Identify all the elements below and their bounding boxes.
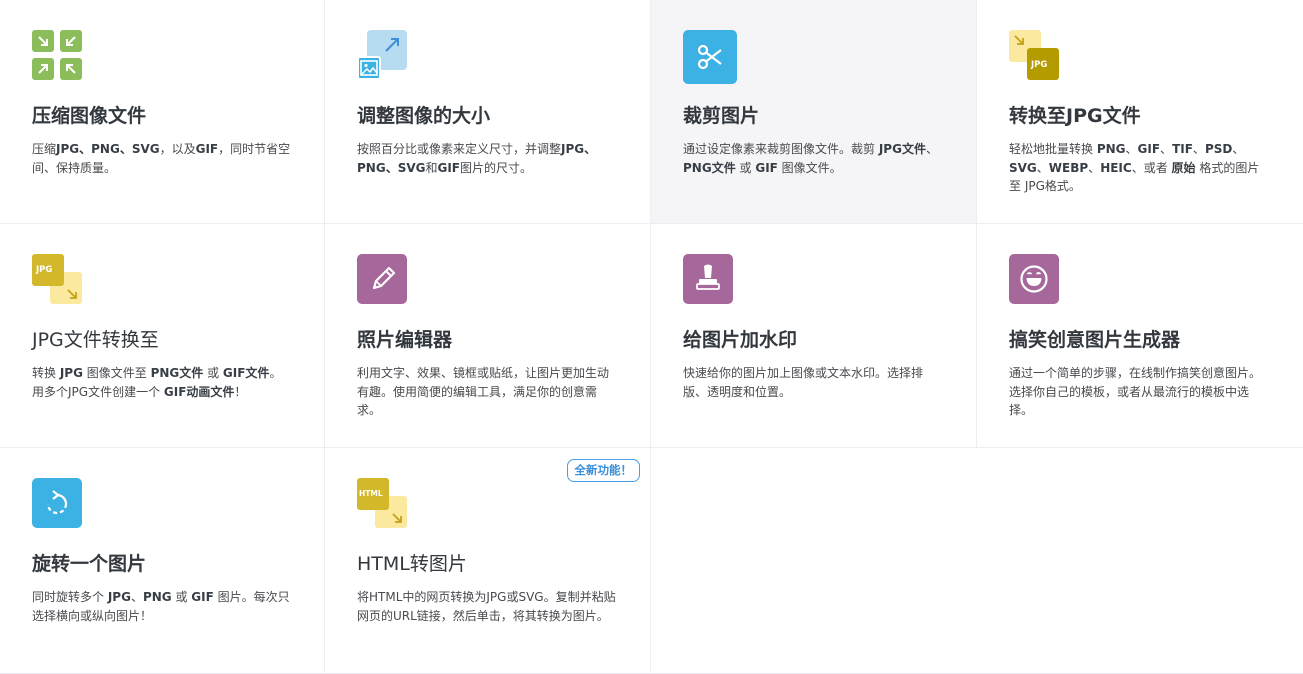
tool-card-meme-generator[interactable]: 搞笑创意图片生成器 通过一个简单的步骤，在线制作搞笑创意图片。选择你自己的模板，… [977,224,1303,448]
tool-card-html-to-image[interactable]: 全新功能！ HTML HTML转图片 将HTML中的网页转换为JPG或SVG。复… [325,448,651,672]
tool-title: 给图片加水印 [683,329,798,351]
tool-card-watermark[interactable]: 给图片加水印 快速给你的图片加上图像或文本水印。选择排版、透明度和位置。 [651,224,977,448]
tools-grid: 压缩图像文件 压缩JPG、PNG、SVG，以及GIF，同时节省空间、保持质量。 … [0,0,1303,674]
tool-description: 通过设定像素来裁剪图像文件。裁剪 JPG文件、PNG文件 或 GIF 图像文件。 [683,142,938,175]
tool-description: 同时旋转多个 JPG、PNG 或 GIF 图片。每次只选择横向或纵向图片！ [32,590,290,623]
new-feature-badge: 全新功能！ [566,459,640,482]
tool-description: 利用文字、效果、镜框或贴纸，让图片更加生动有趣。使用简便的编辑工具，满足你的创意… [357,366,610,417]
stamp-icon [683,254,733,304]
tool-card-convert-from-jpg[interactable]: JPG JPG文件转换至 转换 JPG 图像文件至 PNG文件 或 GIF文件。… [0,224,325,448]
tool-description: 按照百分比或像素来定义尺寸，并调整JPG、PNG、SVG和GIF图片的尺寸。 [357,142,597,175]
tool-title: JPG文件转换至 [32,329,159,351]
tool-title: 调整图像的大小 [357,105,491,127]
tool-card-rotate[interactable]: 旋转一个图片 同时旋转多个 JPG、PNG 或 GIF 图片。每次只选择横向或纵… [0,448,325,672]
tool-description: 压缩JPG、PNG、SVG，以及GIF，同时节省空间、保持质量。 [32,142,291,175]
pencil-icon [357,254,407,304]
rotate-icon [32,478,82,528]
tool-title: 转换至JPG文件 [1009,105,1141,127]
convert-from-jpg-icon: JPG [32,254,82,304]
tool-card-compress[interactable]: 压缩图像文件 压缩JPG、PNG、SVG，以及GIF，同时节省空间、保持质量。 [0,0,325,224]
html-to-image-icon: HTML [357,478,407,528]
tool-title: 照片编辑器 [357,329,453,351]
tool-title: 压缩图像文件 [32,105,147,127]
laughing-face-icon [1009,254,1059,304]
resize-icon [357,30,407,80]
convert-to-jpg-icon: JPG [1009,30,1059,80]
tool-description: 快速给你的图片加上图像或文本水印。选择排版、透明度和位置。 [683,366,924,399]
tool-card-convert-to-jpg[interactable]: JPG 转换至JPG文件 轻松地批量转换 PNG、GIF、TIF、PSD、SVG… [977,0,1303,224]
tool-title: 旋转一个图片 [32,553,147,575]
empty-cell [651,448,977,672]
tool-title: 裁剪图片 [683,105,760,127]
tool-card-photo-editor[interactable]: 照片编辑器 利用文字、效果、镜框或贴纸，让图片更加生动有趣。使用简便的编辑工具，… [325,224,651,448]
tool-description: 轻松地批量转换 PNG、GIF、TIF、PSD、SVG、WEBP、HEIC、或者… [1009,142,1260,193]
tool-title: HTML转图片 [357,553,467,575]
empty-cell [977,448,1303,672]
compress-icon [32,30,82,80]
tool-description: 将HTML中的网页转换为JPG或SVG。复制并粘贴网页的URL链接，然后单击，将… [357,590,616,623]
scissors-icon [683,30,737,84]
tool-title: 搞笑创意图片生成器 [1009,329,1181,351]
tool-description: 通过一个简单的步骤，在线制作搞笑创意图片。选择你自己的模板，或者从最流行的模板中… [1009,366,1262,417]
tool-description: 转换 JPG 图像文件至 PNG文件 或 GIF文件。用多个JPG文件创建一个 … [32,366,282,399]
tool-card-resize[interactable]: 调整图像的大小 按照百分比或像素来定义尺寸，并调整JPG、PNG、SVG和GIF… [325,0,651,224]
tool-card-crop[interactable]: 裁剪图片 通过设定像素来裁剪图像文件。裁剪 JPG文件、PNG文件 或 GIF … [651,0,977,224]
